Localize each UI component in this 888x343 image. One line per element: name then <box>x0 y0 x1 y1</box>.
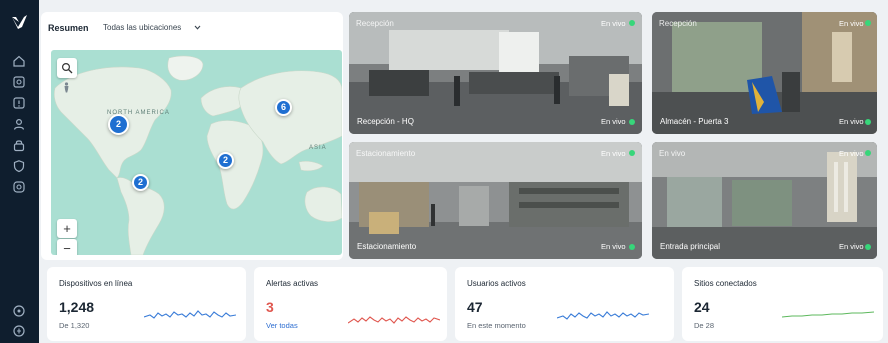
map-cluster-marker[interactable]: 2 <box>132 174 149 191</box>
stat-title: Sitios conectados <box>694 279 757 288</box>
sparkline <box>782 311 874 318</box>
live-dot-icon <box>865 20 871 26</box>
sparkline-line <box>557 311 649 320</box>
overview-title: Resumen <box>48 23 89 33</box>
stat-value: 47 <box>467 299 483 315</box>
camera-icon[interactable] <box>12 75 26 89</box>
live-status: En vivo <box>601 149 626 158</box>
stat-subtext: De 1,320 <box>59 321 90 330</box>
street-view-icon[interactable] <box>62 82 71 93</box>
stat-title: Alertas activas <box>266 279 319 288</box>
location-select[interactable]: Todas las ubicaciones <box>103 23 181 32</box>
camera-name: Recepción - HQ <box>357 117 414 126</box>
live-status: En vivo <box>601 242 626 251</box>
stat-title: Dispositivos en línea <box>59 279 133 288</box>
shield-icon[interactable] <box>12 159 26 173</box>
camera-top-label: En vivo <box>659 149 686 158</box>
live-status: En vivo <box>839 117 864 126</box>
sparkline-line <box>348 316 440 324</box>
zoom-out-button[interactable]: − <box>57 239 77 255</box>
live-dot-icon <box>629 119 635 125</box>
live-status: En vivo <box>839 242 864 251</box>
sparkline <box>348 316 440 324</box>
camera-feed-entrada[interactable]: En vivo En vivo Entrada principal En viv… <box>652 142 877 259</box>
zoom-in-button[interactable]: + <box>57 219 77 238</box>
settings-icon[interactable] <box>12 180 26 194</box>
users-icon[interactable] <box>12 117 26 131</box>
camera-feed-estacionamiento[interactable]: Estacionamiento En vivo Estacionamiento … <box>349 142 642 259</box>
stat-value: 1,248 <box>59 299 95 315</box>
lock-icon[interactable] <box>12 138 26 152</box>
overview-card: Resumen Todas las ubicaciones NORTH AMER… <box>41 12 343 260</box>
map-cluster-marker[interactable]: 2 <box>108 114 129 135</box>
live-status: En vivo <box>601 117 626 126</box>
map-label-asia: ASIA <box>309 145 327 151</box>
map-cluster-marker[interactable]: 2 <box>217 152 234 169</box>
live-status: En vivo <box>839 149 864 158</box>
sparkline <box>557 311 649 320</box>
help-icon[interactable] <box>12 304 26 318</box>
world-map[interactable]: NORTH AMERICA ASIA 2 2 2 6 + − <box>51 50 342 255</box>
live-dot-icon <box>865 244 871 250</box>
camera-top-label: Estacionamiento <box>356 149 416 158</box>
sidebar <box>0 0 39 343</box>
live-dot-icon <box>629 20 635 26</box>
stat-subtext: En este momento <box>467 321 526 330</box>
stat-card-dispositivos[interactable]: Dispositivos en línea 1,248 De 1,320 <box>47 267 246 341</box>
camera-image <box>349 12 642 134</box>
sparkline <box>144 310 236 319</box>
camera-top-label: Recepción <box>659 19 697 28</box>
stat-title: Usuarios activos <box>467 279 526 288</box>
home-icon[interactable] <box>12 54 26 68</box>
stat-value: 24 <box>694 299 710 315</box>
sparkline-line <box>782 311 874 318</box>
stat-value: 3 <box>266 299 274 315</box>
camera-feed-almacen[interactable]: Recepción En vivo Almacén - Puerta 3 En … <box>652 12 877 134</box>
logout-icon[interactable] <box>12 324 26 338</box>
sparkline-line <box>144 310 236 319</box>
stat-card-sitios[interactable]: Sitios conectados 24 De 28 <box>682 267 883 341</box>
camera-feed-recepcion[interactable]: Recepción En vivo Recepción - HQ En vivo <box>349 12 642 134</box>
stat-subtext: De 28 <box>694 321 715 330</box>
chevron-down-icon[interactable] <box>194 24 201 31</box>
live-status: En vivo <box>601 19 626 28</box>
live-dot-icon <box>629 244 635 250</box>
camera-name: Almacén - Puerta 3 <box>660 117 729 126</box>
live-dot-icon <box>629 150 635 156</box>
alert-icon[interactable] <box>12 96 26 110</box>
world-map-land <box>53 55 342 255</box>
live-dot-icon <box>865 119 871 125</box>
live-status: En vivo <box>839 19 864 28</box>
camera-name: Entrada principal <box>660 242 721 251</box>
stat-card-alertas[interactable]: Alertas activas 3 Ver todas <box>254 267 447 341</box>
stat-card-usuarios[interactable]: Usuarios activos 47 En este momento <box>455 267 674 341</box>
camera-image <box>652 12 877 134</box>
map-cluster-marker[interactable]: 6 <box>275 99 292 116</box>
view-all-alerts-link[interactable]: Ver todas <box>266 321 298 330</box>
camera-top-label: Recepción <box>356 19 394 28</box>
camera-name: Estacionamiento <box>357 242 417 251</box>
logo-icon[interactable] <box>11 14 29 30</box>
live-dot-icon <box>865 150 871 156</box>
search-icon <box>61 62 73 74</box>
map-search-button[interactable] <box>57 58 77 78</box>
